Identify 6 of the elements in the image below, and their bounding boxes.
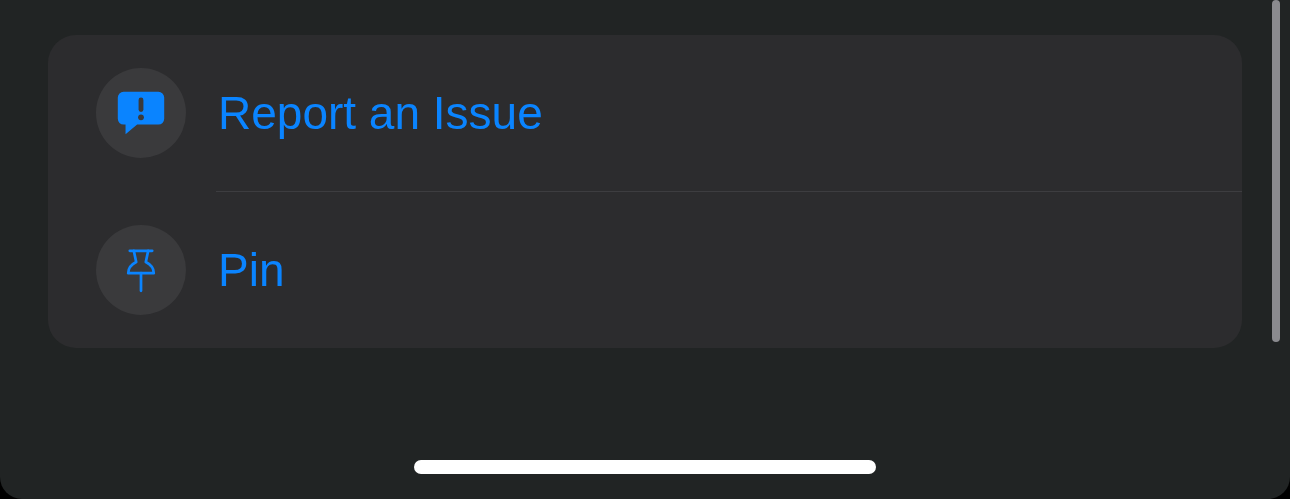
action-row[interactable]: Pin <box>48 192 1242 348</box>
home-indicator[interactable] <box>414 460 876 474</box>
action-row[interactable]: Report an Issue <box>48 35 1242 191</box>
action-label: Report an Issue <box>218 86 543 140</box>
action-label: Pin <box>218 243 285 297</box>
scrollbar[interactable] <box>1272 0 1280 342</box>
